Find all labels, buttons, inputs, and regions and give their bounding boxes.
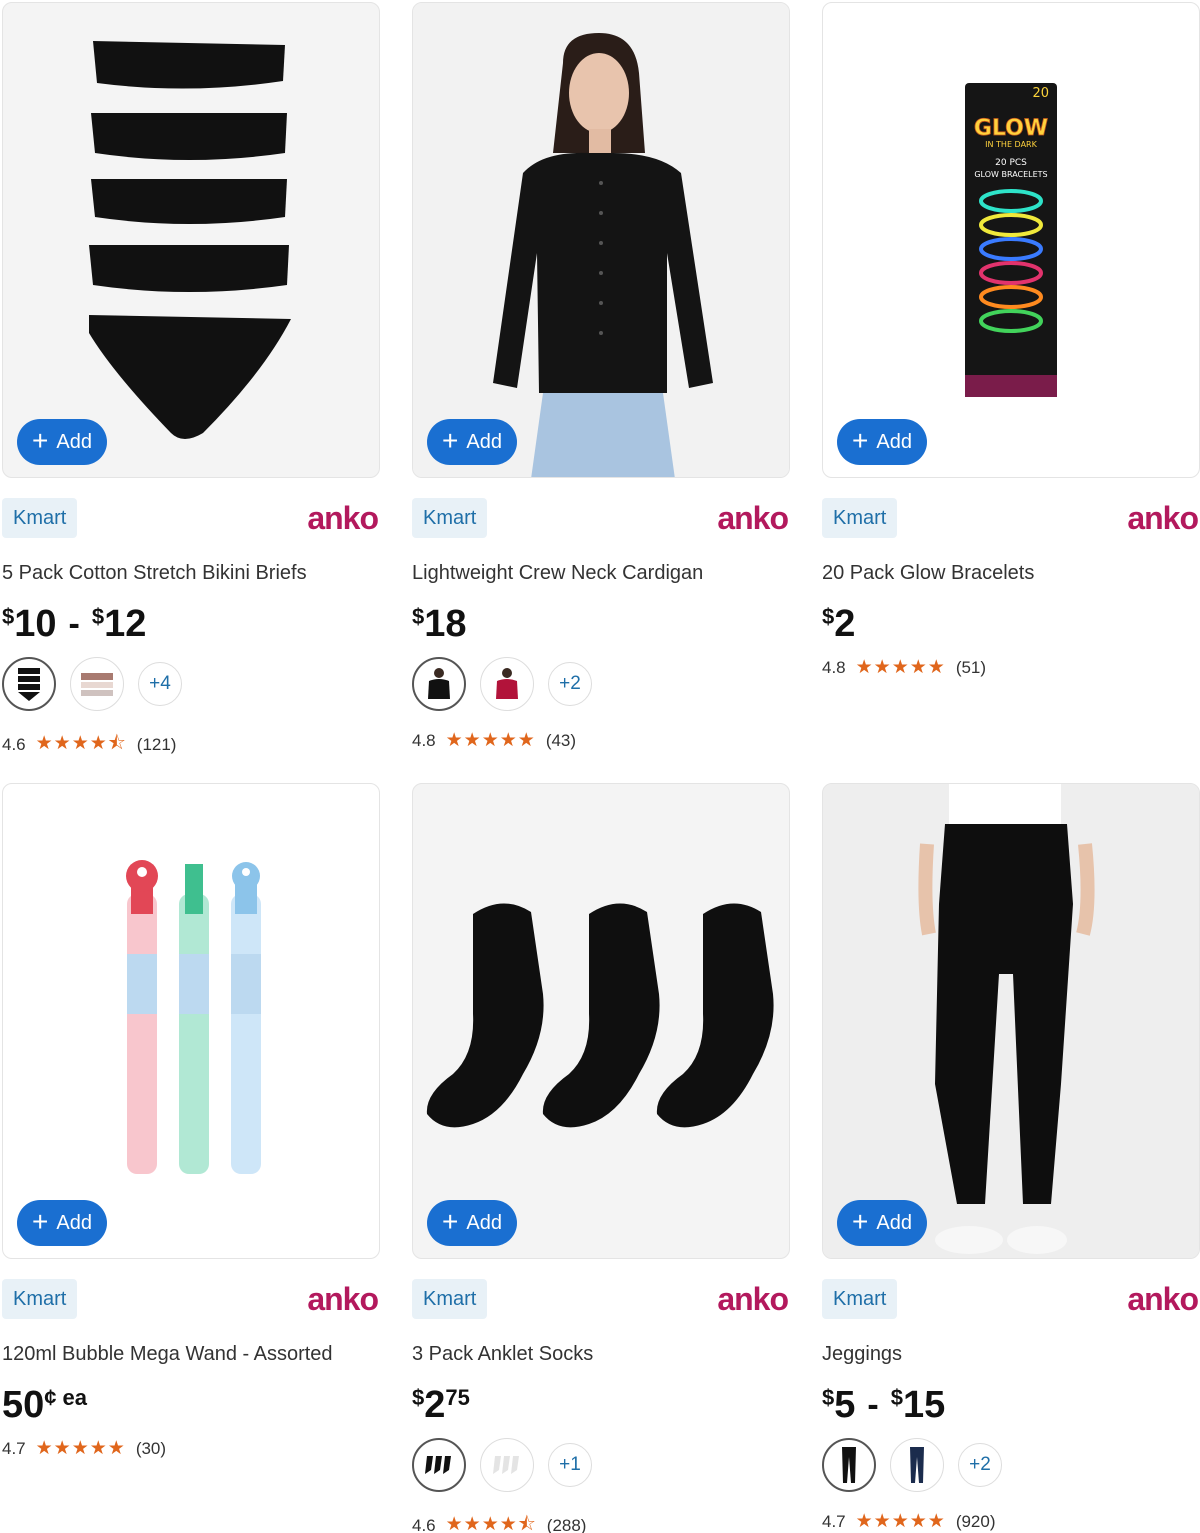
add-to-cart-button[interactable]: + Add [17,419,107,465]
store-tag: Kmart [822,1279,898,1319]
svg-text:GLOW BRACELETS: GLOW BRACELETS [974,170,1047,179]
briefs-image [89,41,291,439]
glow-bracelets-image: 20 GLOW IN THE DARK 20 PCS GLOW BRACELET… [965,83,1057,397]
plus-icon: + [442,1205,459,1237]
store-tag: Kmart [822,498,898,538]
brand-row: Kmart anko [412,498,790,538]
colour-swatches: +1 [412,1438,592,1492]
swatch-neutral[interactable] [70,657,124,711]
product-image[interactable]: + Add [412,2,790,478]
product-image[interactable]: + Add [412,783,790,1259]
colour-swatches: +2 [412,657,592,711]
anko-logo[interactable]: anko [717,1281,789,1317]
product-title[interactable]: Jeggings [822,1343,902,1366]
swatch-black[interactable] [822,1438,876,1492]
product-image[interactable]: 20 GLOW IN THE DARK 20 PCS GLOW BRACELET… [822,2,1200,478]
product-title[interactable]: 120ml Bubble Mega Wand - Assorted [2,1343,333,1366]
more-colours-button[interactable]: +2 [958,1443,1002,1487]
anko-logo[interactable]: anko [1127,500,1199,536]
product-image[interactable]: + Add [822,783,1200,1259]
product-image[interactable]: + Add [2,783,380,1259]
add-to-cart-button[interactable]: + Add [837,419,927,465]
product-title[interactable]: 5 Pack Cotton Stretch Bikini Briefs [2,562,307,585]
product-title[interactable]: 3 Pack Anklet Socks [412,1343,593,1366]
svg-text:20: 20 [1032,86,1049,101]
jeggings-image [823,784,1199,1258]
anko-logo[interactable]: anko [307,1281,379,1317]
product-price: 50 ¢ ea [2,1384,88,1426]
add-to-cart-button[interactable]: + Add [17,1200,107,1246]
product-rating[interactable]: 4.6 ★★★★⯪ (288) [412,1510,586,1533]
anko-logo[interactable]: anko [717,500,789,536]
anko-logo[interactable]: anko [1127,1281,1199,1317]
product-rating[interactable]: 4.8 ★★★★★ (51) [822,656,986,679]
brand-row: Kmart anko [822,1279,1200,1319]
swatch-navy[interactable] [890,1438,944,1492]
plus-icon: + [852,424,869,456]
swatch-black[interactable] [2,657,56,711]
brand-row: Kmart anko [822,498,1200,538]
anko-logo[interactable]: anko [307,500,379,536]
product-rating[interactable]: 4.6 ★★★★⯪ (121) [2,729,176,761]
svg-text:GLOW: GLOW [974,116,1048,141]
product-image[interactable]: + Add [2,2,380,478]
colour-swatches: +4 [2,657,182,711]
store-tag: Kmart [412,498,488,538]
swatch-black[interactable] [412,1438,466,1492]
add-to-cart-button[interactable]: + Add [427,419,517,465]
bubble-wand-image [126,860,261,1174]
more-colours-button[interactable]: +4 [138,662,182,706]
star-rating-icon: ★★★★★ [855,1511,946,1532]
star-rating-icon: ★★★★★ [855,657,946,678]
product-rating[interactable]: 4.7 ★★★★★ (30) [2,1437,166,1460]
plus-icon: + [852,1205,869,1237]
product-title[interactable]: Lightweight Crew Neck Cardigan [412,562,703,585]
plus-icon: + [442,424,459,456]
add-to-cart-button[interactable]: + Add [837,1200,927,1246]
svg-text:IN THE DARK: IN THE DARK [985,140,1037,149]
store-tag: Kmart [2,1279,78,1319]
swatch-black[interactable] [412,657,466,711]
brand-row: Kmart anko [2,1279,380,1319]
product-rating[interactable]: 4.7 ★★★★★ (920) [822,1510,996,1533]
product-price: $2 [822,603,856,645]
swatch-red[interactable] [480,657,534,711]
product-title[interactable]: 20 Pack Glow Bracelets [822,562,1034,585]
plus-icon: + [32,1205,49,1237]
product-price: $5 - $15 [822,1384,946,1426]
add-to-cart-button[interactable]: + Add [427,1200,517,1246]
more-colours-button[interactable]: +1 [548,1443,592,1487]
plus-icon: + [32,424,49,456]
brand-row: Kmart anko [2,498,380,538]
store-tag: Kmart [412,1279,488,1319]
star-rating-icon: ★★★★★ [35,1438,126,1459]
colour-swatches: +2 [822,1438,1002,1492]
star-rating-icon: ★★★★⯪ [445,1514,537,1533]
product-price: $18 [412,603,467,645]
socks-image [426,903,774,1128]
brand-row: Kmart anko [412,1279,790,1319]
more-colours-button[interactable]: +2 [548,662,592,706]
store-tag: Kmart [2,498,78,538]
product-price: $10 - $12 [2,603,147,645]
star-rating-icon: ★★★★★ [445,730,536,751]
svg-text:20 PCS: 20 PCS [995,158,1027,168]
star-rating-icon: ★★★★⯪ [35,733,127,754]
product-rating[interactable]: 4.8 ★★★★★ (43) [412,729,576,752]
cardigan-image [413,3,789,477]
swatch-white[interactable] [480,1438,534,1492]
product-grid: + Add Kmart anko 5 Pack Cotton Stretch B… [0,0,1200,1533]
product-price: $2 75 [412,1384,470,1426]
